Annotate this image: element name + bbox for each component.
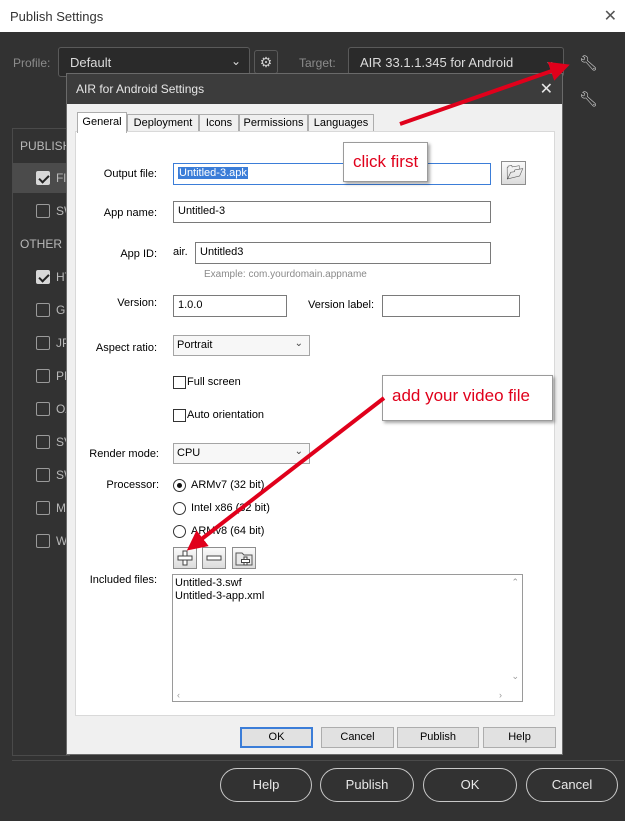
tab-general[interactable]: General bbox=[77, 112, 127, 133]
arrow-to-wrench bbox=[399, 61, 570, 126]
arrow-to-add-button bbox=[186, 396, 386, 551]
